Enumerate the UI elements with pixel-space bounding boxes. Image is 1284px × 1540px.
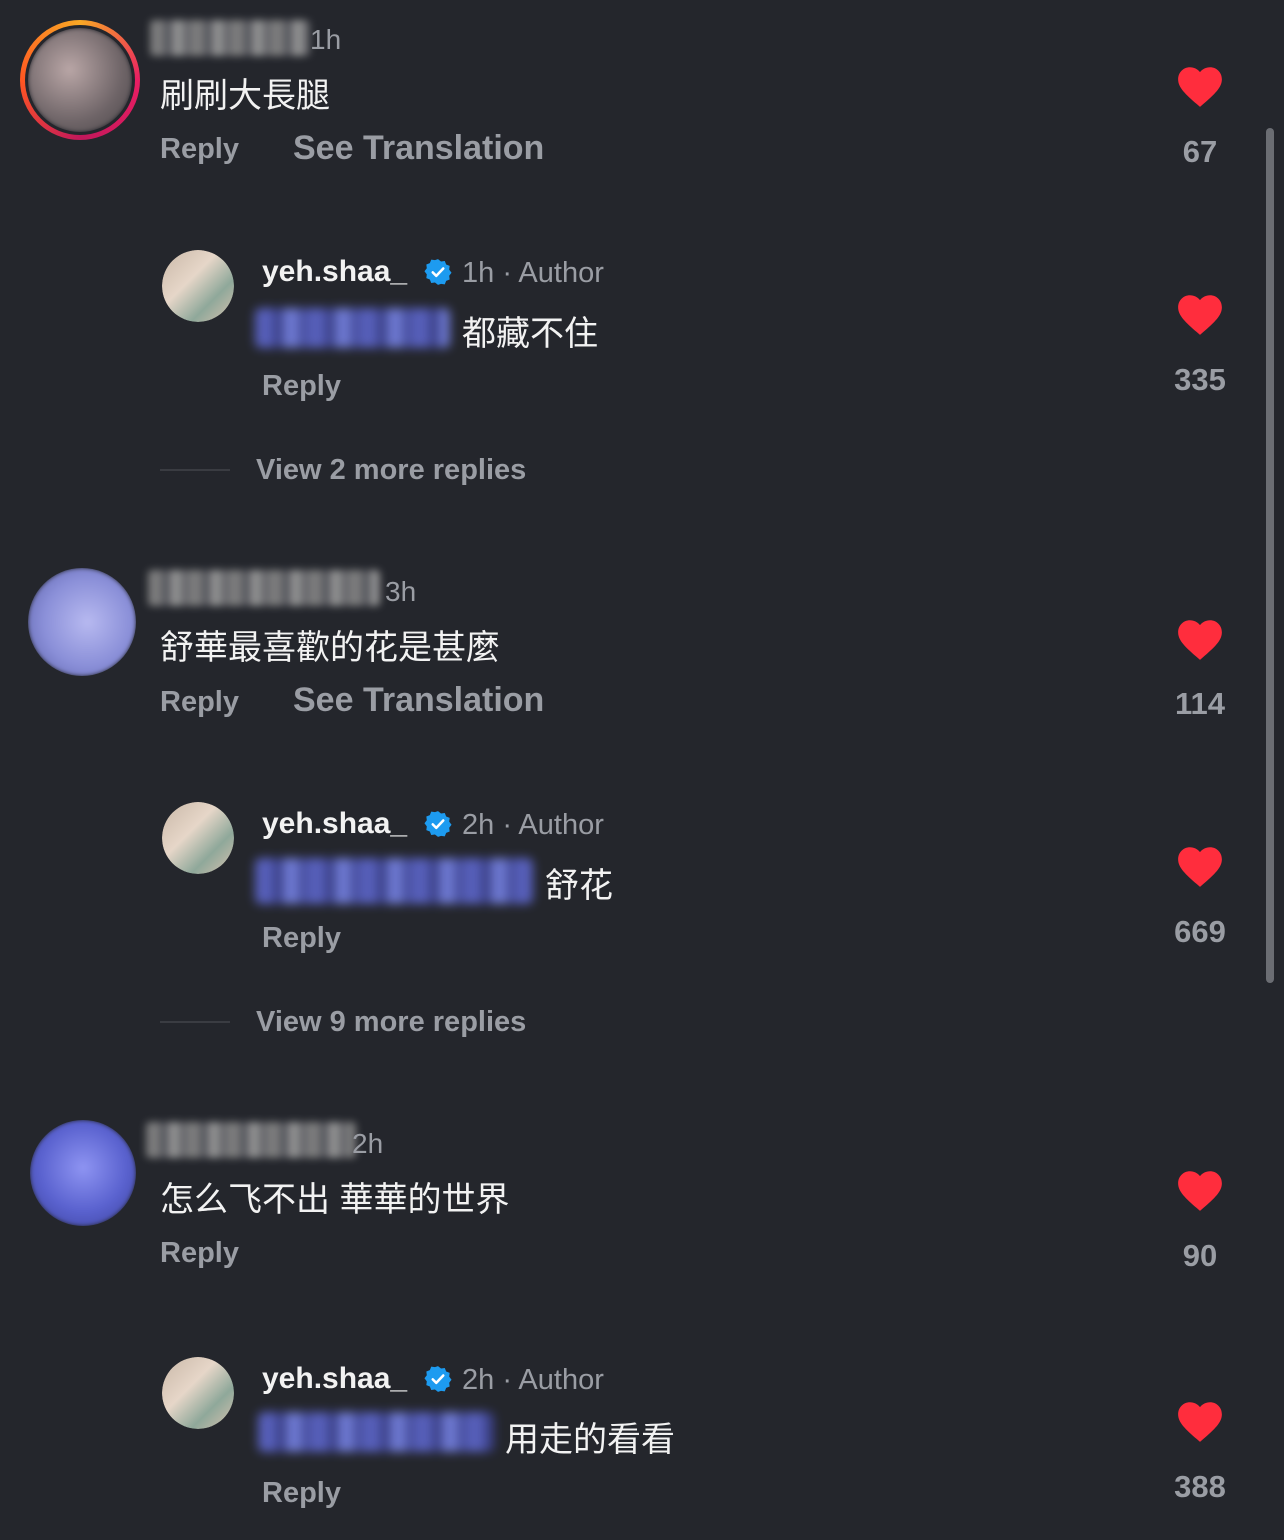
reply-meta: 1h · Author bbox=[462, 257, 604, 289]
like-count: 90 bbox=[1182, 1238, 1218, 1273]
avatar[interactable] bbox=[28, 28, 132, 132]
reply-button[interactable]: Reply bbox=[262, 1477, 341, 1510]
view-more-divider bbox=[160, 1021, 230, 1023]
scrollbar[interactable] bbox=[1266, 128, 1274, 983]
reply-text: 舒花 bbox=[545, 867, 613, 905]
avatar[interactable] bbox=[30, 1120, 136, 1226]
heart-icon[interactable] bbox=[1175, 1397, 1225, 1443]
comment-text: 刷刷大長腿 bbox=[160, 77, 330, 115]
heart-icon[interactable] bbox=[1175, 290, 1225, 336]
reply-text: 都藏不住 bbox=[462, 315, 598, 353]
avatar[interactable] bbox=[28, 568, 136, 676]
reply-button[interactable]: Reply bbox=[160, 133, 239, 166]
reply-button[interactable]: Reply bbox=[160, 686, 239, 719]
comment-text: 怎么飞不出 華華的世界 bbox=[160, 1181, 510, 1219]
view-more-replies-button[interactable]: View 2 more replies bbox=[256, 454, 526, 487]
heart-icon[interactable] bbox=[1175, 1166, 1225, 1212]
like-count: 67 bbox=[1182, 134, 1218, 169]
verified-badge-icon bbox=[424, 811, 452, 837]
reply-button[interactable]: Reply bbox=[262, 922, 341, 955]
like-count: 335 bbox=[1174, 362, 1226, 397]
like-count: 669 bbox=[1174, 914, 1226, 949]
mention-redacted[interactable] bbox=[255, 858, 533, 904]
author-username[interactable]: yeh.shaa_ bbox=[262, 255, 407, 289]
comment-time: 1h bbox=[310, 24, 342, 55]
view-more-divider bbox=[160, 469, 230, 471]
heart-icon[interactable] bbox=[1175, 842, 1225, 888]
author-avatar[interactable] bbox=[162, 250, 234, 322]
author-avatar[interactable] bbox=[162, 802, 234, 874]
reply-text: 用走的看看 bbox=[505, 1421, 675, 1459]
username-redacted[interactable] bbox=[148, 570, 380, 606]
author-avatar[interactable] bbox=[162, 1357, 234, 1429]
heart-icon[interactable] bbox=[1175, 62, 1225, 108]
verified-badge-icon bbox=[424, 1366, 452, 1392]
see-translation-button[interactable]: See Translation bbox=[293, 129, 544, 168]
comments-page: 1h 刷刷大長腿 Reply See Translation 67 yeh.sh… bbox=[0, 0, 1284, 1540]
reply-meta: 2h · Author bbox=[462, 1364, 604, 1396]
see-translation-button[interactable]: See Translation bbox=[293, 681, 544, 720]
mention-redacted[interactable] bbox=[258, 1412, 494, 1452]
comment-text: 舒華最喜歡的花是甚麼 bbox=[160, 629, 500, 667]
reply-meta: 2h · Author bbox=[462, 809, 604, 841]
view-more-replies-button[interactable]: View 9 more replies bbox=[256, 1006, 526, 1039]
comment-time: 3h bbox=[385, 576, 417, 607]
mention-redacted[interactable] bbox=[255, 308, 450, 348]
username-redacted[interactable] bbox=[150, 20, 310, 56]
author-username[interactable]: yeh.shaa_ bbox=[262, 807, 407, 841]
like-count: 388 bbox=[1174, 1469, 1226, 1504]
comment-time: 2h bbox=[352, 1128, 384, 1159]
reply-button[interactable]: Reply bbox=[160, 1237, 239, 1270]
reply-button[interactable]: Reply bbox=[262, 370, 341, 403]
heart-icon[interactable] bbox=[1175, 615, 1225, 661]
author-username[interactable]: yeh.shaa_ bbox=[262, 1362, 407, 1396]
username-redacted[interactable] bbox=[146, 1122, 356, 1158]
like-count: 114 bbox=[1174, 686, 1225, 721]
verified-badge-icon bbox=[424, 259, 452, 285]
